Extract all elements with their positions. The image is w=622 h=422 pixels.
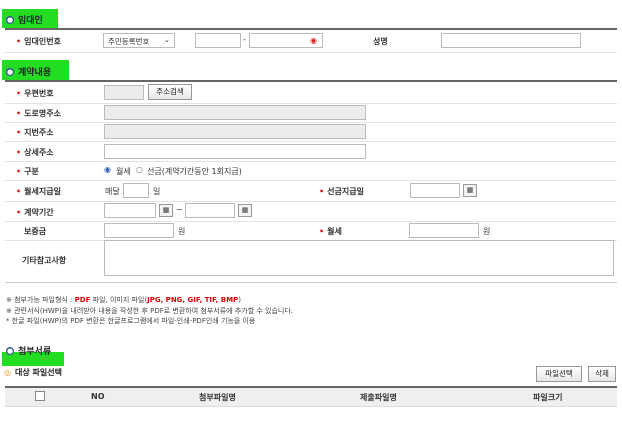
payday-label: • 월세지급일 xyxy=(16,187,61,196)
payday-row: • 월세지급일 매달 일 • 선금지급일 ▦ xyxy=(5,180,617,202)
postal-row: • 우편번호 주소검색 xyxy=(5,82,617,104)
attach-table-header: NO 첨부파일명 제출파일명 파일크기 xyxy=(5,386,617,407)
rent-unit: 원 xyxy=(483,227,491,236)
advance-date-label: • 선금지급일 xyxy=(319,187,364,196)
road-address-label: • 도로명주소 xyxy=(16,109,61,118)
lot-address-label: • 지번주소 xyxy=(16,128,54,137)
postal-input[interactable] xyxy=(104,85,144,100)
payday-unit: 일 xyxy=(153,187,161,196)
section-title-lessor: ● 임대인 xyxy=(6,13,43,26)
col-submitted-name: 제출파일명 xyxy=(360,393,397,402)
id-type-select[interactable]: 주민등록번호 ⌄ xyxy=(103,33,175,48)
detail-address-row: • 상세주소 xyxy=(5,141,617,162)
period-row: • 계약기간 ▦ ~ ▦ xyxy=(5,201,617,222)
deposit-input[interactable] xyxy=(104,223,174,238)
lessor-row: • 임대인번호 주민등록번호 ⌄ - ◉ 성명 xyxy=(5,30,617,53)
section-title-attach: ● 첨부서류 xyxy=(6,344,51,357)
note-line-2: ※ 관련서식(HWP)을 내려받아 내용을 작성한 후 PDF로 변환하여 첨부… xyxy=(6,306,294,315)
contract-table: • 우편번호 주소검색 • 도로명주소 • 지번주소 • 상세주소 • 구분 ◉ 월세 ○… xyxy=(5,80,617,283)
id-dash: - xyxy=(243,35,246,44)
calendar-icon[interactable]: ▦ xyxy=(463,184,477,197)
calendar-icon[interactable]: ▦ xyxy=(159,204,173,217)
type-label: • 구분 xyxy=(16,167,39,176)
rent-input[interactable] xyxy=(409,223,479,238)
period-separator: ~ xyxy=(176,205,183,214)
detail-address-label: • 상세주소 xyxy=(16,148,54,157)
file-select-button[interactable]: 파일선택 xyxy=(536,366,582,382)
address-search-button[interactable]: 주소검색 xyxy=(148,84,192,100)
section-title-text: 첨부서류 xyxy=(18,347,52,357)
deposit-label: 보증금 xyxy=(24,227,47,236)
section-title-text: 계약내용 xyxy=(18,68,52,78)
road-address-row: • 도로명주소 xyxy=(5,103,617,123)
name-label: 성명 xyxy=(373,37,388,46)
section-title-text: 임대인 xyxy=(18,16,43,26)
chevron-down-icon: ⌄ xyxy=(163,35,170,44)
rent-label: • 월세 xyxy=(319,227,342,236)
type-row: • 구분 ◉ 월세 ○ 선금(계약기간동안 1회지급) xyxy=(5,161,617,181)
period-label: • 계약기간 xyxy=(16,208,54,217)
radio-advance[interactable]: ○ xyxy=(136,165,143,174)
etc-textarea[interactable] xyxy=(104,240,614,276)
payday-prefix: 매달 xyxy=(105,187,120,196)
lessor-table: • 임대인번호 주민등록번호 ⌄ - ◉ 성명 xyxy=(5,28,617,53)
section-bullet-icon: ● xyxy=(6,15,14,24)
id-first-input[interactable] xyxy=(195,33,241,48)
radio-monthly[interactable]: ◉ xyxy=(104,165,111,174)
etc-row: 기타참고사항 xyxy=(5,240,617,283)
road-address-input[interactable] xyxy=(104,105,366,120)
subtitle-file-select: ◎ 대상 파일선택 xyxy=(4,368,62,377)
payday-input[interactable] xyxy=(123,183,149,198)
security-keypad-icon[interactable]: ◉ xyxy=(310,36,317,45)
radio-advance-label: 선금(계약기간동안 1회지급) xyxy=(147,167,242,176)
calendar-icon[interactable]: ▦ xyxy=(238,204,252,217)
lot-address-row: • 지번주소 xyxy=(5,122,617,142)
amount-row: 보증금 원 • 월세 원 xyxy=(5,221,617,241)
detail-address-input[interactable] xyxy=(104,144,366,159)
advance-date-input[interactable] xyxy=(410,183,460,198)
select-all-checkbox[interactable] xyxy=(35,391,45,401)
note-line-3: * 한글 파일(HWP)의 PDF 변환은 한글프로그램에서 파일-인쇄-PDF… xyxy=(6,317,256,325)
circle-bullet-icon: ◎ xyxy=(4,368,11,377)
col-file-size: 파일크기 xyxy=(533,393,563,402)
lessor-id-label: • 임대인번호 xyxy=(16,37,61,46)
radio-monthly-label: 월세 xyxy=(116,167,131,176)
period-start-input[interactable] xyxy=(104,203,156,218)
note-line-1: ※ 첨부가능 파일형식 : PDF 파일, 이미지 파일(JPG, PNG, G… xyxy=(6,296,241,304)
period-end-input[interactable] xyxy=(185,203,235,218)
postal-label: • 우편번호 xyxy=(16,89,54,98)
section-title-contract: ● 계약내용 xyxy=(6,65,51,78)
col-no: NO xyxy=(91,392,105,401)
notes: ※ 첨부가능 파일형식 : PDF 파일, 이미지 파일(JPG, PNG, G… xyxy=(6,295,293,327)
deposit-unit: 원 xyxy=(178,227,186,236)
delete-button[interactable]: 삭제 xyxy=(588,366,616,382)
col-attached-name: 첨부파일명 xyxy=(199,393,236,402)
section-bullet-icon: ● xyxy=(6,346,14,355)
etc-label: 기타참고사항 xyxy=(22,256,67,265)
name-input[interactable] xyxy=(441,33,581,48)
section-bullet-icon: ● xyxy=(6,67,14,76)
lot-address-input[interactable] xyxy=(104,124,366,139)
